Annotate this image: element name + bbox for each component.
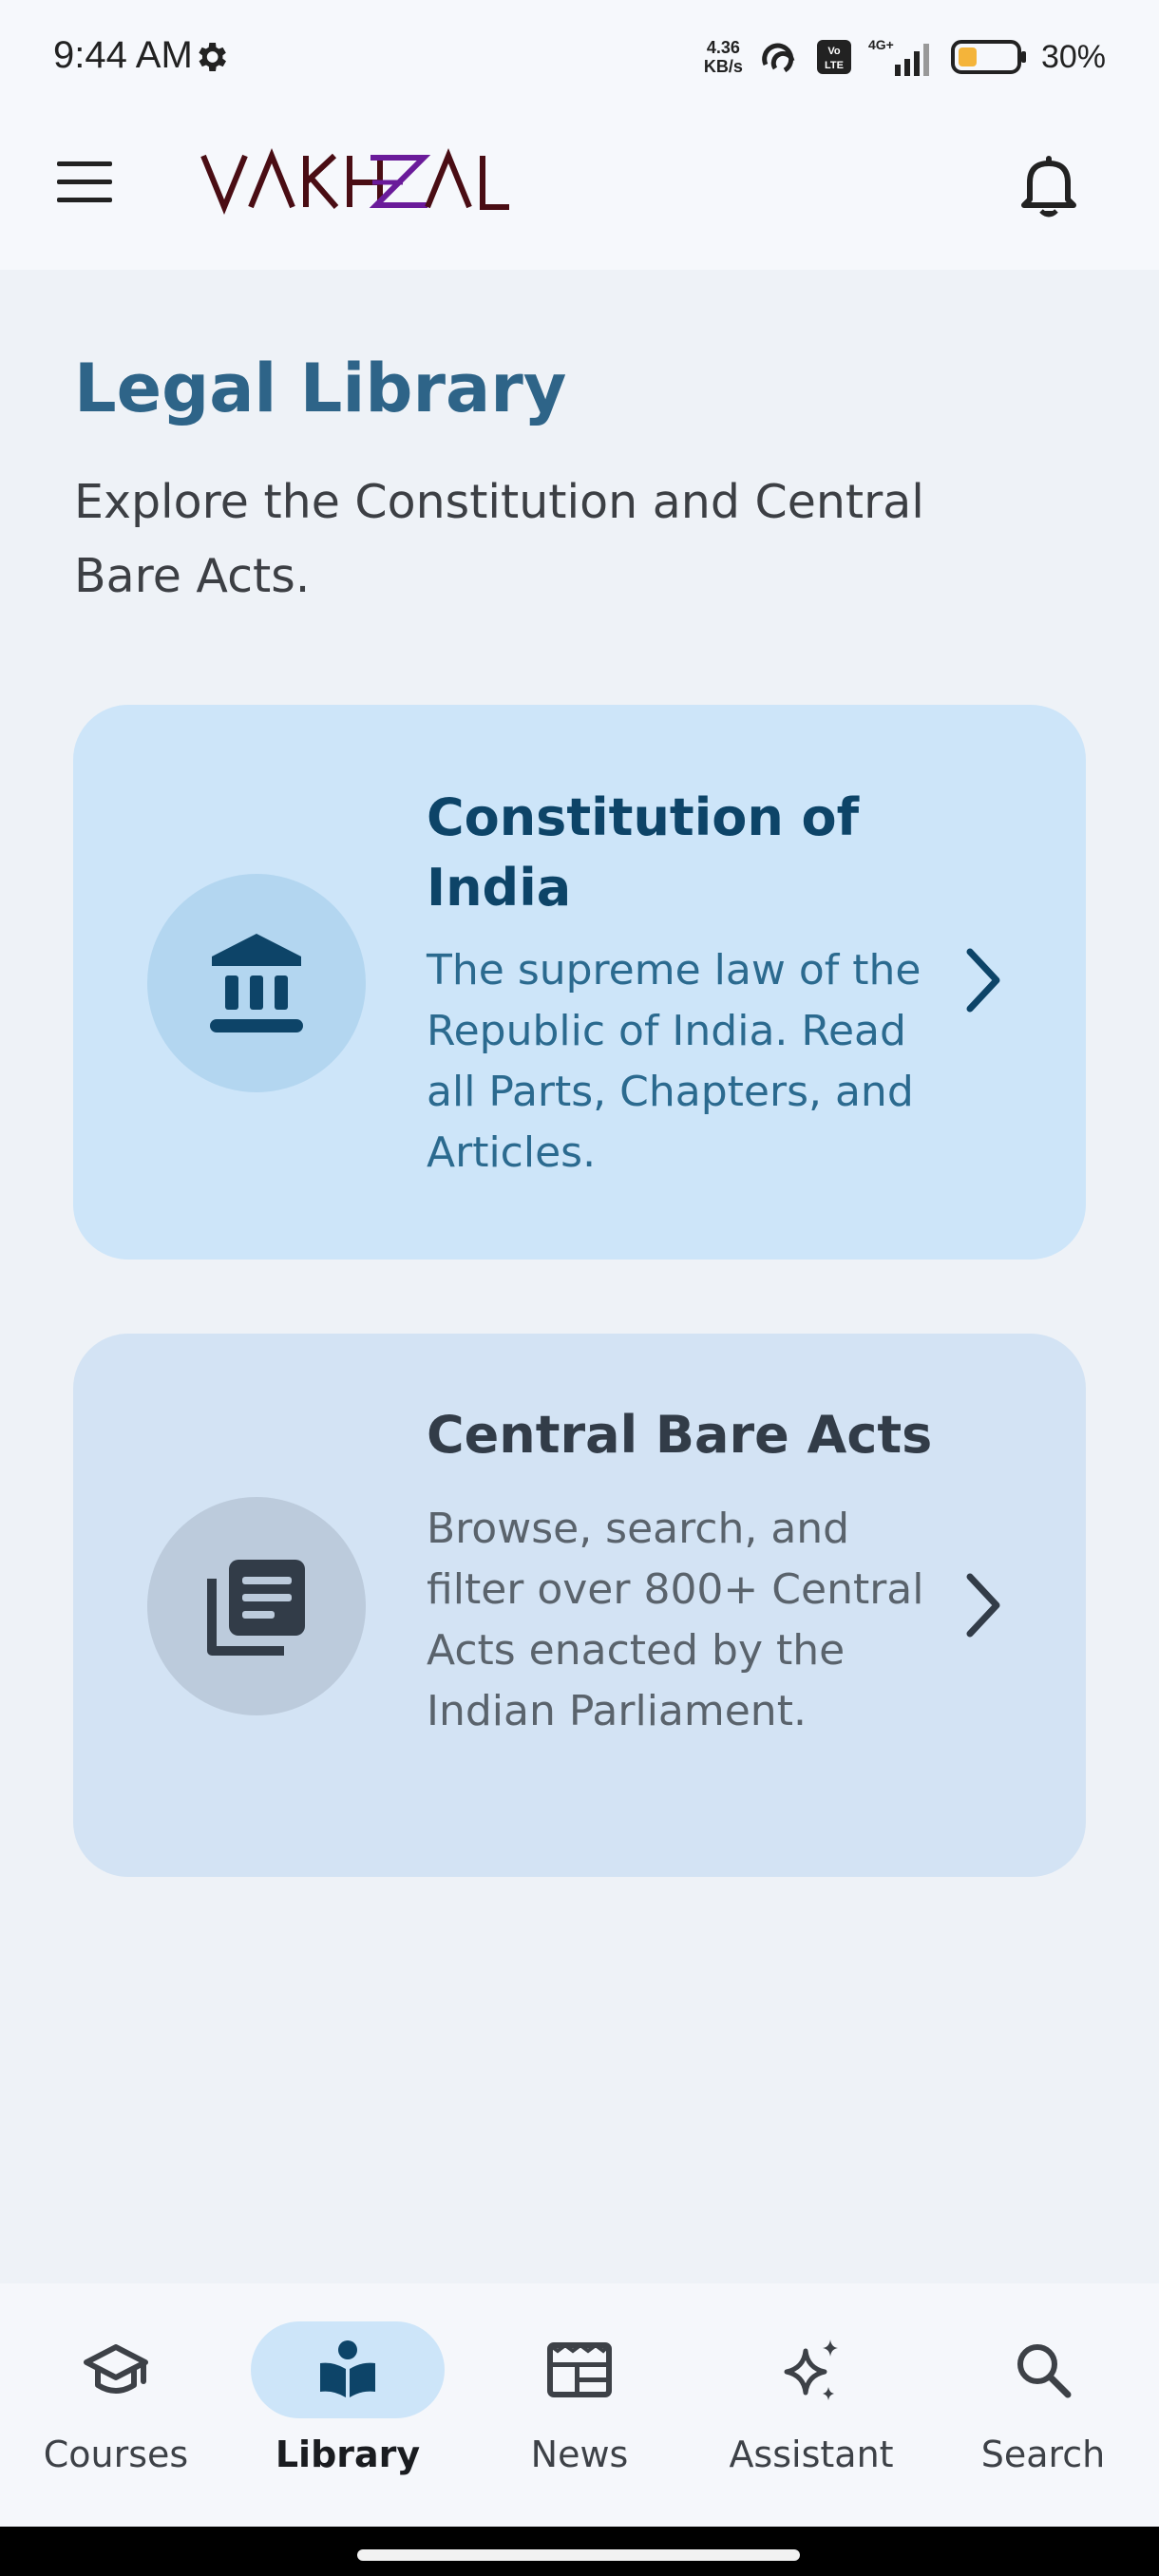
nav-item-library[interactable]: Library <box>234 2321 462 2483</box>
card-icon-background <box>147 874 366 1092</box>
nav-label: Courses <box>43 2434 189 2475</box>
svg-text:LTE: LTE <box>825 60 844 71</box>
status-bar: 9:44 AM 4.36 KB/s Vo LTE 4G+ 30% <box>0 0 1159 114</box>
card-title: Central Bare Acts <box>427 1405 933 1465</box>
search-icon <box>1017 2344 1072 2398</box>
menu-icon[interactable] <box>55 158 116 207</box>
card-icon-background <box>147 1497 366 1715</box>
net-speed: 4.36 KB/s <box>704 38 743 76</box>
nav-icon-container <box>946 2321 1140 2418</box>
svg-text:Vo: Vo <box>827 46 841 57</box>
nav-label: News <box>530 2434 629 2475</box>
net-speed-value: 4.36 <box>706 38 740 57</box>
screen: 9:44 AM 4.36 KB/s Vo LTE 4G+ 30% Legal L… <box>0 0 1159 2576</box>
chevron-right-icon <box>966 1573 1000 1638</box>
nav-item-news[interactable]: News <box>466 2321 694 2483</box>
documents-icon <box>207 1560 305 1656</box>
net-speed-unit: KB/s <box>703 57 743 76</box>
nav-label: Search <box>980 2434 1106 2475</box>
hotspot-icon <box>762 43 795 73</box>
sparkle-icon <box>784 2339 838 2400</box>
svg-text:4G+: 4G+ <box>868 37 894 52</box>
page-subtitle: Explore the Constitution and Central Bar… <box>74 475 924 603</box>
book-reader-icon <box>320 2340 375 2397</box>
app-bar <box>0 114 1159 270</box>
app-logo <box>200 148 509 215</box>
newspaper-icon <box>547 2342 612 2397</box>
card-description: The supreme law of the Republic of India… <box>427 946 922 1177</box>
status-time: 9:44 AM <box>53 34 193 76</box>
signal-icon: 4G+ <box>868 37 929 76</box>
nav-icon-container <box>714 2321 908 2418</box>
settings-gear-icon <box>199 43 226 71</box>
volte-icon: Vo LTE <box>816 40 851 74</box>
nav-icon-container <box>19 2321 213 2418</box>
battery-percent: 30% <box>1040 38 1106 75</box>
graduation-cap-icon <box>84 2344 148 2394</box>
institution-icon <box>210 934 303 1032</box>
central-bare-acts-card[interactable]: Central Bare Acts Browse, search, and fi… <box>73 1334 1086 1877</box>
constitution-card[interactable]: Constitution of India The supreme law of… <box>73 705 1086 1260</box>
chevron-right-icon <box>966 948 1000 1013</box>
nav-label: Assistant <box>729 2434 894 2475</box>
status-indicators: 4.36 KB/s Vo LTE 4G+ 30% <box>704 28 1106 85</box>
nav-item-assistant[interactable]: Assistant <box>697 2321 925 2483</box>
card-title: Constitution of India <box>427 787 860 918</box>
bell-icon[interactable] <box>1020 152 1077 218</box>
nav-icon-container <box>483 2321 676 2418</box>
battery-icon <box>950 40 1026 74</box>
nav-icon-container <box>251 2321 445 2418</box>
home-indicator[interactable] <box>357 2549 800 2561</box>
nav-label: Library <box>275 2434 421 2475</box>
page-title: Legal Library <box>74 350 567 427</box>
nav-item-search[interactable]: Search <box>929 2321 1157 2483</box>
card-description: Browse, search, and filter over 800+ Cen… <box>427 1505 924 1735</box>
nav-item-courses[interactable]: Courses <box>2 2321 230 2483</box>
